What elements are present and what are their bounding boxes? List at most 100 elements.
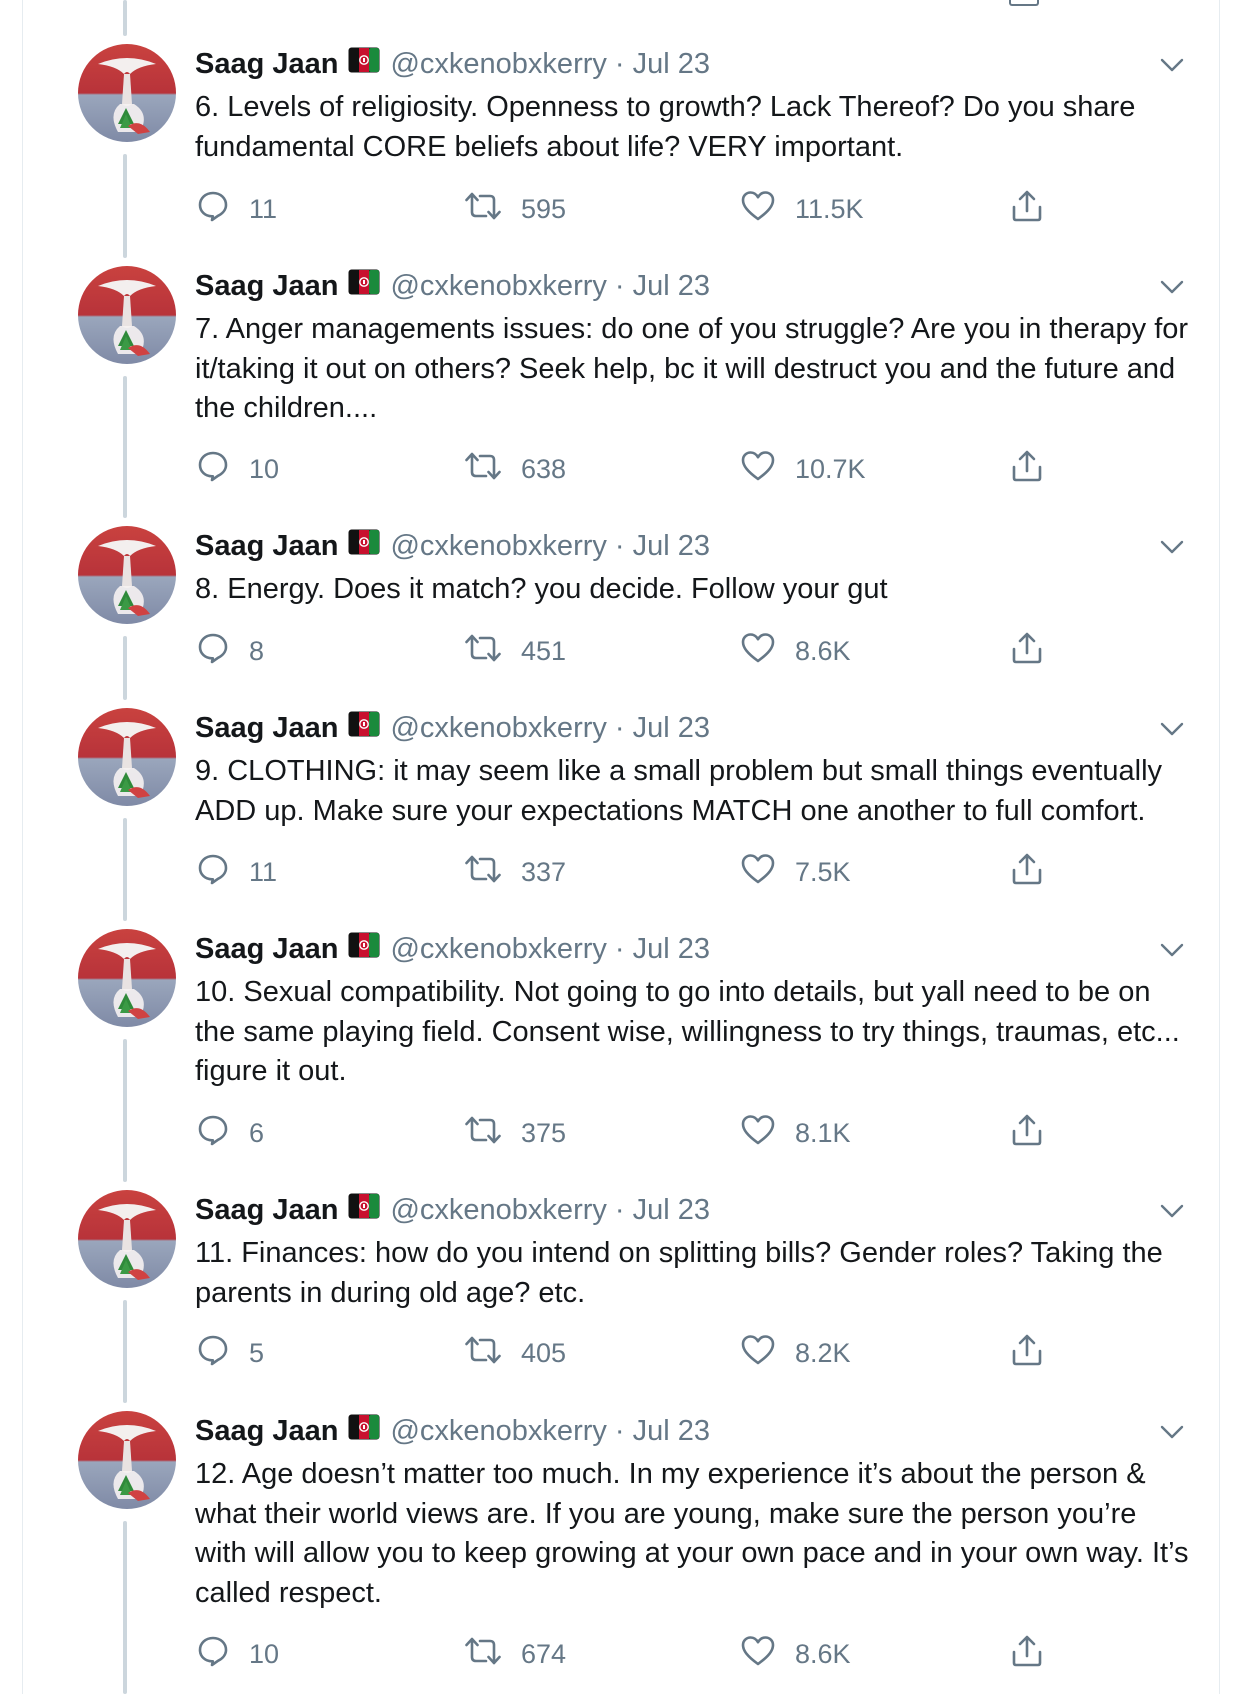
display-name[interactable]: Saag Jaan [195,1194,338,1227]
retweet-button[interactable]: 638 [465,449,566,489]
retweet-button[interactable]: 337 [465,852,566,892]
user-handle[interactable]: @cxkenobxkerry [390,1415,606,1448]
like-button[interactable]: 8.2K [741,1333,851,1373]
heart-icon [741,190,795,229]
user-handle[interactable]: @cxkenobxkerry [390,48,606,81]
avatar[interactable] [78,526,176,624]
tweet-text: 12. Age doesn’t matter too much. In my e… [195,1458,1189,1609]
retweet-button[interactable]: 451 [465,631,566,671]
reply-button[interactable]: 6 [197,1113,264,1153]
tweet-date[interactable]: Jul 23 [633,530,710,563]
chevron-down-icon[interactable] [1159,274,1185,300]
share-button[interactable] [1011,1333,1063,1373]
share-button[interactable] [1011,631,1063,671]
retweet-arrows-icon [465,854,521,891]
tweet-date[interactable]: Jul 23 [633,712,710,745]
chevron-down-icon[interactable] [1159,937,1185,963]
share-button[interactable] [1011,852,1063,892]
avatar[interactable] [78,708,176,806]
comment-bubble-icon [197,450,249,489]
share-button[interactable] [1011,449,1063,489]
comment-bubble-icon [197,853,249,892]
chevron-down-icon[interactable] [1159,534,1185,560]
share-upload-icon [1011,449,1063,490]
display-name[interactable]: Saag Jaan [195,270,338,303]
like-button[interactable]: 11.5K [741,189,864,229]
display-name[interactable]: Saag Jaan [195,933,338,966]
tweet-actions: 6 375 8.1K [195,1113,1095,1153]
like-count: 11.5K [795,193,864,224]
display-name[interactable]: Saag Jaan [195,712,338,745]
reply-button[interactable]: 11 [197,189,277,229]
retweet-button[interactable]: 375 [465,1113,566,1153]
tweet-date[interactable]: Jul 23 [633,1194,710,1227]
reply-count: 8 [249,635,265,666]
chevron-down-icon[interactable] [1159,52,1185,78]
tweet[interactable]: Saag Jaan @cxkenobxkerry · Jul 23 12. Ag… [23,1411,1219,1674]
reply-button[interactable]: 5 [197,1333,264,1373]
tweet[interactable]: Saag Jaan @cxkenobxkerry · Jul 23 10. Se… [23,929,1219,1153]
retweet-arrows-icon [465,191,521,228]
heart-icon [741,450,795,489]
user-handle[interactable]: @cxkenobxkerry [390,933,606,966]
reply-count: 11 [249,193,278,224]
retweet-arrows-icon [465,1115,521,1152]
like-button[interactable]: 8.1K [741,1113,851,1153]
user-handle[interactable]: @cxkenobxkerry [390,1194,606,1227]
display-name[interactable]: Saag Jaan [195,48,338,81]
tweet[interactable]: Saag Jaan @cxkenobxkerry · Jul 23 8. Ene… [23,526,1219,671]
like-button[interactable]: 10.7K [741,449,866,489]
tweet-header: Saag Jaan @cxkenobxkerry · Jul 23 [195,268,710,304]
display-name[interactable]: Saag Jaan [195,530,338,563]
tweet-text: 9. CLOTHING: it may seem like a small pr… [195,755,1163,827]
like-count: 8.1K [795,1117,851,1148]
tweet-date[interactable]: Jul 23 [633,270,710,303]
avatar[interactable] [78,929,176,1027]
avatar[interactable] [78,266,176,364]
share-button[interactable] [1011,189,1063,229]
retweet-arrows-icon [465,451,521,488]
like-button[interactable]: 8.6K [741,631,851,671]
user-handle[interactable]: @cxkenobxkerry [390,270,606,303]
tweet-date[interactable]: Jul 23 [633,48,710,81]
tweet-date[interactable]: Jul 23 [633,933,710,966]
reply-button[interactable]: 11 [197,852,277,892]
afghanistan-flag-icon [348,529,380,563]
reply-button[interactable]: 8 [197,631,264,671]
reply-button[interactable]: 10 [197,1634,279,1674]
retweet-button[interactable]: 674 [465,1634,566,1674]
like-button[interactable]: 7.5K [741,852,851,892]
retweet-button[interactable]: 595 [465,189,566,229]
tweet-header: Saag Jaan @cxkenobxkerry · Jul 23 [195,46,710,82]
share-upload-icon [1011,852,1063,893]
reply-count: 6 [249,1117,265,1148]
retweet-count: 337 [521,856,567,887]
avatar[interactable] [78,44,176,142]
display-name[interactable]: Saag Jaan [195,1415,338,1448]
avatar[interactable] [78,1411,176,1509]
user-handle[interactable]: @cxkenobxkerry [390,712,606,745]
separator-dot: · [614,1193,625,1226]
tweet[interactable]: Saag Jaan @cxkenobxkerry · Jul 23 9. CLO… [23,708,1219,892]
avatar[interactable] [78,1190,176,1288]
like-button[interactable]: 8.6K [741,1634,851,1674]
user-handle[interactable]: @cxkenobxkerry [390,530,606,563]
like-count: 7.5K [795,856,851,887]
share-button[interactable] [1011,1634,1063,1674]
separator-dot: · [614,932,625,965]
tweet[interactable]: Saag Jaan @cxkenobxkerry · Jul 23 11. Fi… [23,1190,1219,1373]
tweet-date[interactable]: Jul 23 [633,1415,710,1448]
separator-dot: · [614,529,625,562]
chevron-down-icon[interactable] [1159,1198,1185,1224]
retweet-count: 375 [521,1117,567,1148]
separator-dot: · [614,269,625,302]
reply-button[interactable]: 10 [197,449,279,489]
share-button[interactable] [1011,1113,1063,1153]
share-upload-icon [1011,1333,1063,1374]
chevron-down-icon[interactable] [1159,716,1185,742]
share-upload-icon[interactable] [1009,0,1039,6]
tweet[interactable]: Saag Jaan @cxkenobxkerry · Jul 23 6. Lev… [23,44,1219,229]
tweet[interactable]: Saag Jaan @cxkenobxkerry · Jul 23 7. Ang… [23,266,1219,489]
retweet-button[interactable]: 405 [465,1333,566,1373]
chevron-down-icon[interactable] [1159,1419,1185,1445]
